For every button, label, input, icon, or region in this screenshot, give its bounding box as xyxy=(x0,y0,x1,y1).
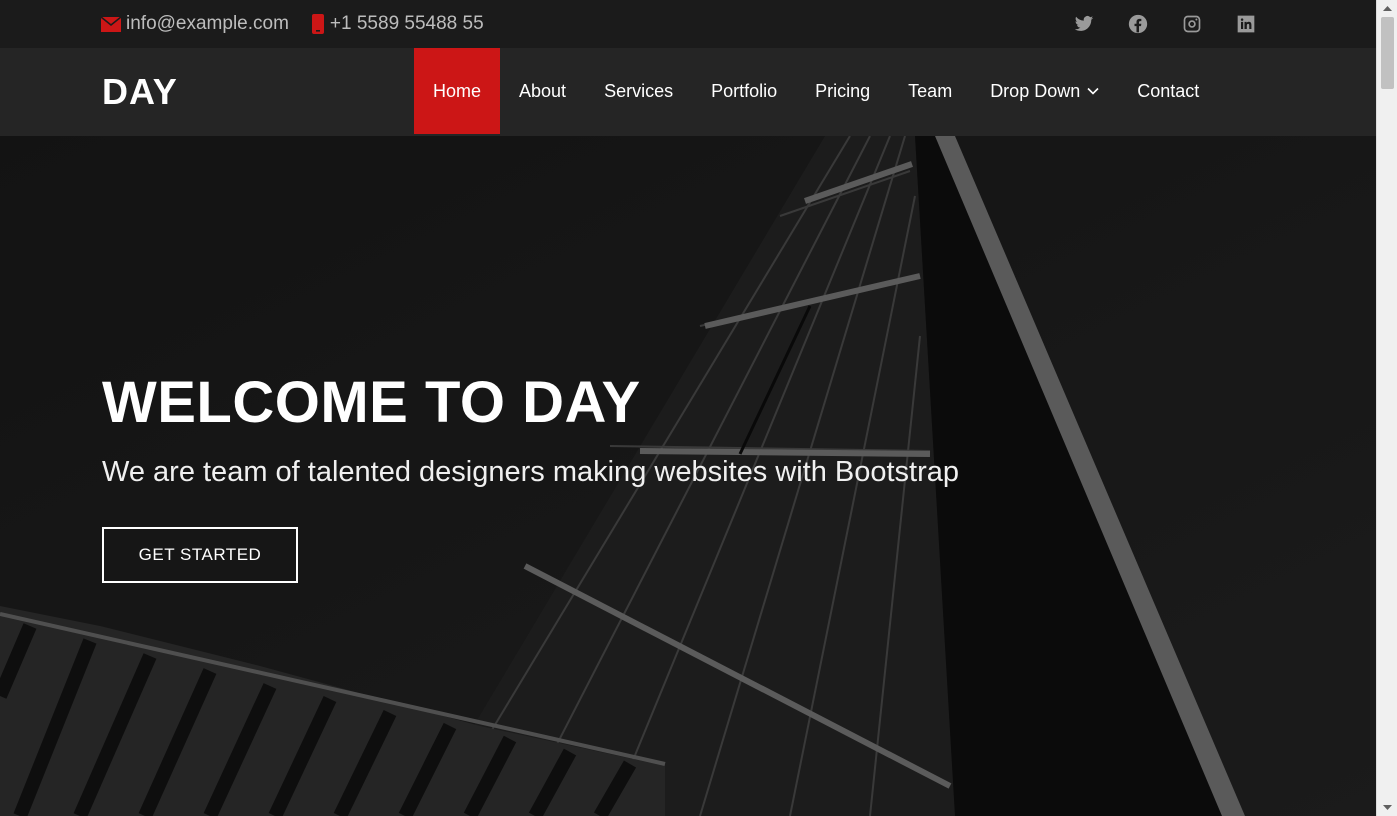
instagram-icon xyxy=(1183,15,1201,33)
nav-label: Home xyxy=(433,80,482,101)
facebook-link[interactable] xyxy=(1127,13,1149,35)
nav-portfolio[interactable]: Portfolio xyxy=(692,48,796,134)
phone-text: +1 5589 55488 55 xyxy=(329,13,484,34)
nav-contact[interactable]: Contact xyxy=(1118,48,1218,134)
nav-home[interactable]: Home xyxy=(414,48,501,134)
nav-label: Services xyxy=(604,80,674,101)
hero-title: WELCOME TO DAY xyxy=(102,370,641,435)
nav-label: Drop Down xyxy=(990,80,1081,101)
email-link[interactable]: info@example.com xyxy=(101,13,289,35)
nav-label: Portfolio xyxy=(711,80,778,101)
nav-label: Pricing xyxy=(815,80,871,101)
instagram-link[interactable] xyxy=(1181,13,1203,35)
topbar: info@example.com +1 5589 55488 55 xyxy=(0,0,1376,48)
hero-section: WELCOME TO DAY We are team of talented d… xyxy=(0,136,1376,816)
topbar-contact: info@example.com +1 5589 55488 55 xyxy=(101,0,506,48)
nav-dropdown[interactable]: Drop Down xyxy=(971,48,1118,134)
nav-team[interactable]: Team xyxy=(889,48,971,134)
phone-icon xyxy=(311,14,324,34)
facebook-icon xyxy=(1128,14,1148,34)
chevron-down-icon xyxy=(1087,87,1099,95)
twitter-icon xyxy=(1074,16,1094,31)
main-nav: Home About Services Portfolio Pricing Te… xyxy=(414,48,1218,136)
phone-link[interactable]: +1 5589 55488 55 xyxy=(311,13,484,35)
scroll-down-arrow-icon[interactable] xyxy=(1377,799,1397,816)
linkedin-icon xyxy=(1237,15,1255,33)
get-started-button[interactable]: GET STARTED xyxy=(102,527,298,583)
nav-pricing[interactable]: Pricing xyxy=(796,48,889,134)
nav-label: Contact xyxy=(1137,80,1200,101)
twitter-link[interactable] xyxy=(1073,13,1095,35)
social-links xyxy=(1041,0,1257,48)
site-header: DAY Home About Services Portfolio Pricin… xyxy=(0,48,1376,136)
scroll-up-arrow-icon[interactable] xyxy=(1377,0,1397,17)
site-logo[interactable]: DAY xyxy=(102,48,178,136)
nav-about[interactable]: About xyxy=(500,48,585,134)
nav-services[interactable]: Services xyxy=(585,48,692,134)
email-text: info@example.com xyxy=(126,13,289,34)
hero-content: WELCOME TO DAY We are team of talented d… xyxy=(102,374,959,583)
linkedin-link[interactable] xyxy=(1235,13,1257,35)
scroll-thumb[interactable] xyxy=(1381,17,1394,89)
page-scrollbar[interactable] xyxy=(1376,0,1397,816)
envelope-icon xyxy=(101,16,121,32)
nav-label: Team xyxy=(908,80,953,101)
nav-label: About xyxy=(519,80,567,101)
hero-subtitle: We are team of talented designers making… xyxy=(102,456,960,488)
